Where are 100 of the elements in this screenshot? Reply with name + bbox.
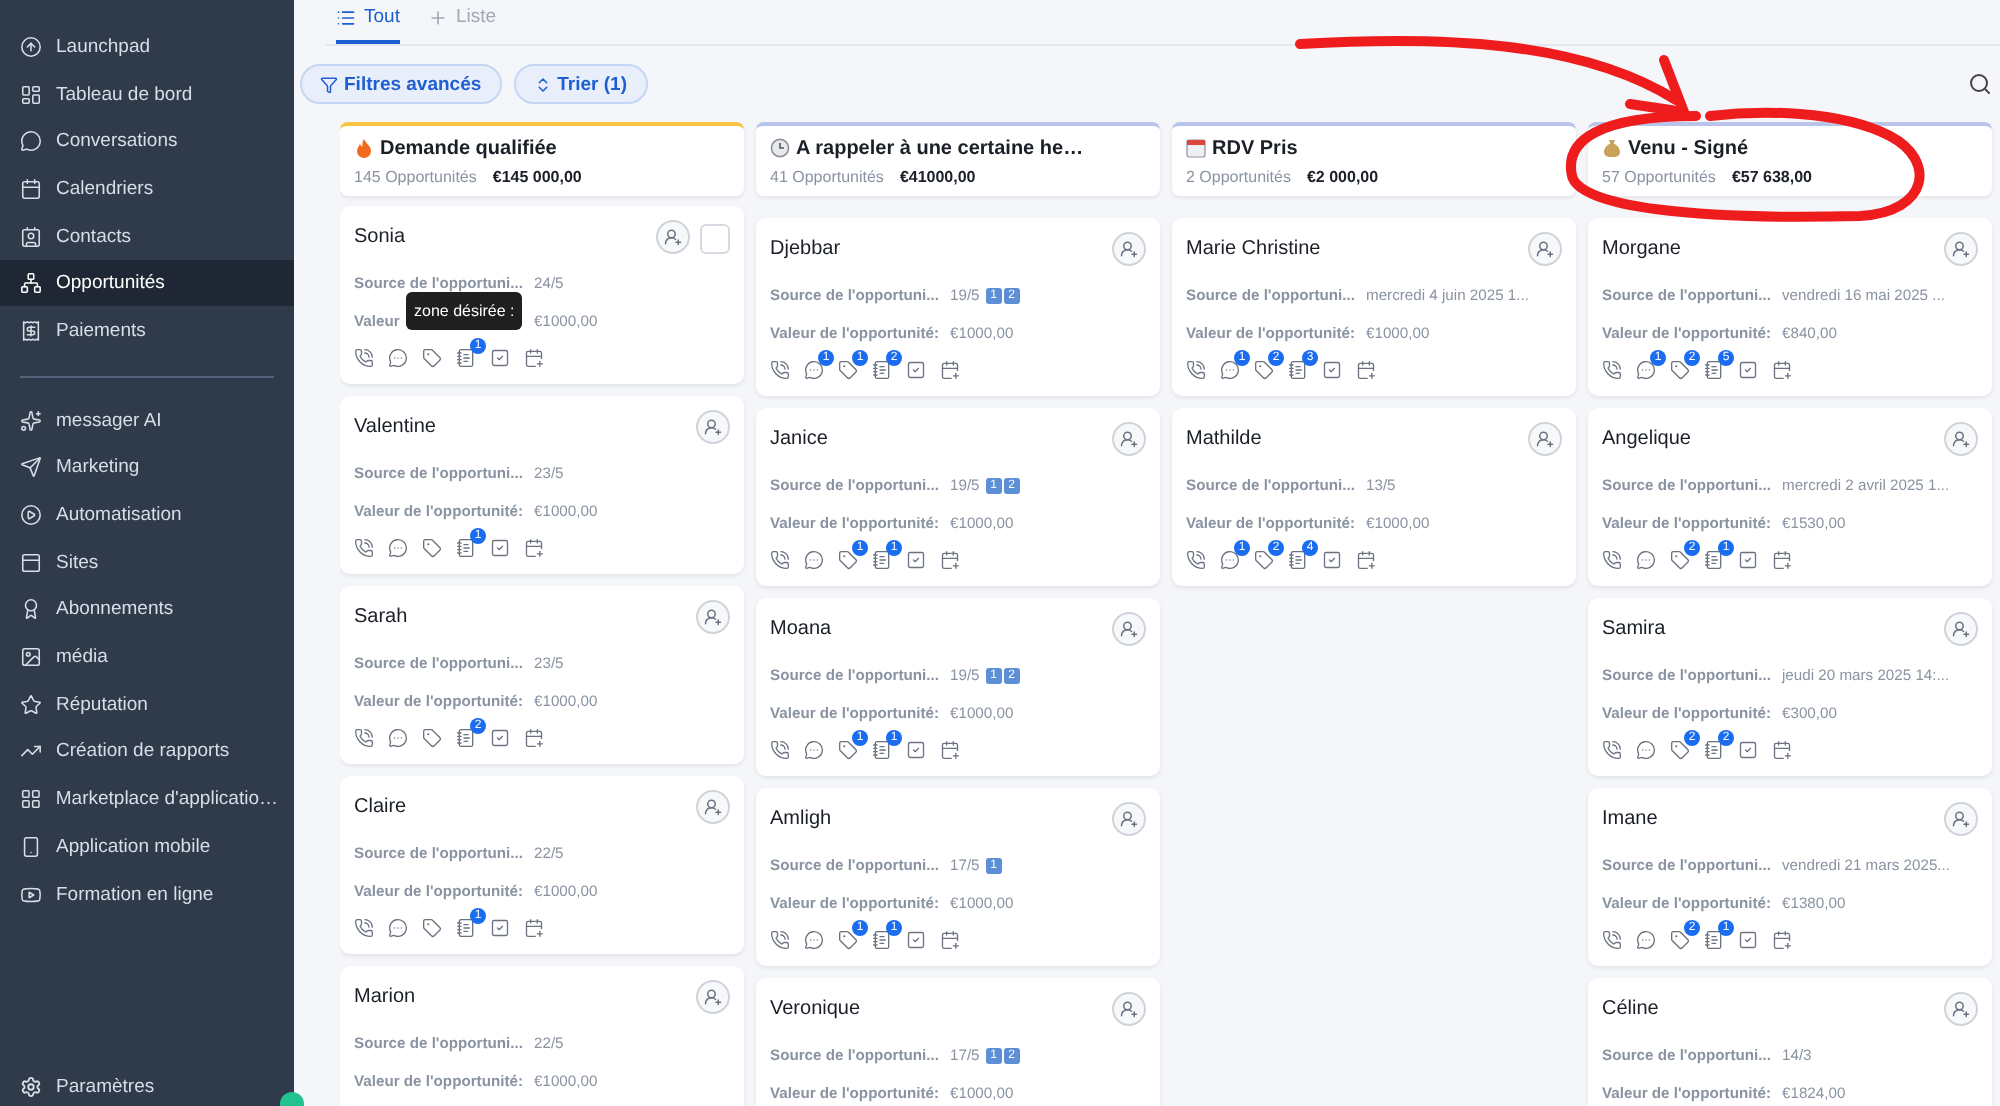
- sidebar-item[interactable]: Contacts: [0, 213, 294, 259]
- assign-user-button[interactable]: [1944, 422, 1978, 456]
- view-tab[interactable]: Tout: [336, 6, 400, 44]
- checkbox-icon[interactable]: [906, 550, 926, 570]
- sidebar-item[interactable]: Paramètres: [0, 1070, 294, 1102]
- assign-user-button[interactable]: [696, 790, 730, 824]
- sort-button[interactable]: Trier (1): [513, 64, 648, 104]
- chat-icon[interactable]: [804, 550, 824, 570]
- checkbox-icon[interactable]: [1738, 360, 1758, 380]
- tag-icon[interactable]: [1670, 360, 1690, 380]
- chat-icon[interactable]: [1220, 550, 1240, 570]
- checkbox-icon[interactable]: [490, 918, 510, 938]
- note-icon[interactable]: [872, 360, 892, 380]
- phone-icon[interactable]: [1602, 550, 1622, 570]
- sidebar-item[interactable]: média: [0, 634, 294, 680]
- assign-user-button[interactable]: [1112, 802, 1146, 836]
- tag-icon[interactable]: [422, 728, 442, 748]
- chat-icon[interactable]: [804, 930, 824, 950]
- phone-icon[interactable]: [1602, 930, 1622, 950]
- sidebar-item[interactable]: Automatisation: [0, 492, 294, 538]
- tag-icon[interactable]: [1670, 550, 1690, 570]
- tag-icon[interactable]: [422, 538, 442, 558]
- assign-user-button[interactable]: [696, 410, 730, 444]
- search-icon[interactable]: [1968, 72, 1992, 96]
- calendar-add-icon[interactable]: [524, 728, 544, 748]
- phone-icon[interactable]: [354, 918, 374, 938]
- calendar-add-icon[interactable]: [1772, 360, 1792, 380]
- calendar-add-icon[interactable]: [524, 918, 544, 938]
- phone-icon[interactable]: [354, 538, 374, 558]
- sidebar-item[interactable]: Sites: [0, 539, 294, 586]
- chat-icon[interactable]: [804, 740, 824, 760]
- select-checkbox[interactable]: [700, 224, 730, 254]
- assign-user-button[interactable]: [1944, 992, 1978, 1026]
- note-icon[interactable]: [456, 728, 476, 748]
- tag-icon[interactable]: [838, 360, 858, 380]
- sidebar-item[interactable]: Formation en ligne: [0, 871, 294, 917]
- assign-user-button[interactable]: [1112, 422, 1146, 456]
- chat-icon[interactable]: [1636, 550, 1656, 570]
- assign-user-button[interactable]: [1528, 232, 1562, 266]
- checkbox-icon[interactable]: [1322, 360, 1342, 380]
- assign-user-button[interactable]: [696, 980, 730, 1014]
- calendar-add-icon[interactable]: [1772, 930, 1792, 950]
- sidebar-item[interactable]: messager AI: [0, 397, 294, 443]
- checkbox-icon[interactable]: [490, 728, 510, 748]
- note-icon[interactable]: [872, 930, 892, 950]
- note-icon[interactable]: [872, 740, 892, 760]
- calendar-add-icon[interactable]: [524, 348, 544, 368]
- sidebar-item[interactable]: Marketplace d'applicatio…: [0, 776, 294, 822]
- chat-icon[interactable]: [388, 918, 408, 938]
- note-icon[interactable]: [1288, 360, 1308, 380]
- chat-icon[interactable]: [804, 360, 824, 380]
- chat-icon[interactable]: [1636, 930, 1656, 950]
- sidebar-item[interactable]: Application mobile: [0, 824, 294, 870]
- assign-user-button[interactable]: [1944, 232, 1978, 266]
- tag-icon[interactable]: [838, 740, 858, 760]
- calendar-add-icon[interactable]: [1356, 550, 1376, 570]
- assign-user-button[interactable]: [1112, 232, 1146, 266]
- chat-icon[interactable]: [388, 538, 408, 558]
- checkbox-icon[interactable]: [906, 930, 926, 950]
- chat-icon[interactable]: [1636, 740, 1656, 760]
- tag-icon[interactable]: [838, 550, 858, 570]
- assign-user-button[interactable]: [1944, 802, 1978, 836]
- note-icon[interactable]: [1704, 360, 1724, 380]
- checkbox-icon[interactable]: [1738, 740, 1758, 760]
- note-icon[interactable]: [456, 918, 476, 938]
- note-icon[interactable]: [456, 348, 476, 368]
- tag-icon[interactable]: [1254, 550, 1274, 570]
- checkbox-icon[interactable]: [490, 348, 510, 368]
- note-icon[interactable]: [1288, 550, 1308, 570]
- checkbox-icon[interactable]: [906, 740, 926, 760]
- note-icon[interactable]: [1704, 550, 1724, 570]
- assign-user-button[interactable]: [1112, 612, 1146, 646]
- sidebar-item[interactable]: Launchpad: [0, 24, 294, 70]
- phone-icon[interactable]: [770, 740, 790, 760]
- assign-user-button[interactable]: [1944, 612, 1978, 646]
- sidebar-item[interactable]: Réputation: [0, 681, 294, 728]
- tag-icon[interactable]: [838, 930, 858, 950]
- sidebar-item[interactable]: Création de rapports: [0, 729, 294, 775]
- tag-icon[interactable]: [1670, 740, 1690, 760]
- sidebar-item[interactable]: Abonnements: [0, 587, 294, 633]
- filter-button[interactable]: Filtres avancés: [300, 64, 502, 104]
- chat-icon[interactable]: [388, 728, 408, 748]
- calendar-add-icon[interactable]: [940, 360, 960, 380]
- assign-user-button[interactable]: [656, 220, 690, 254]
- chat-icon[interactable]: [388, 348, 408, 368]
- note-icon[interactable]: [1704, 930, 1724, 950]
- assign-user-button[interactable]: [696, 600, 730, 634]
- calendar-add-icon[interactable]: [1772, 740, 1792, 760]
- checkbox-icon[interactable]: [1322, 550, 1342, 570]
- phone-icon[interactable]: [1186, 550, 1206, 570]
- sidebar-item[interactable]: Calendriers: [0, 166, 294, 212]
- phone-icon[interactable]: [770, 360, 790, 380]
- phone-icon[interactable]: [770, 930, 790, 950]
- sidebar-item[interactable]: Opportunités: [0, 260, 294, 307]
- calendar-add-icon[interactable]: [940, 740, 960, 760]
- checkbox-icon[interactable]: [1738, 550, 1758, 570]
- sidebar-item[interactable]: Tableau de bord: [0, 71, 294, 117]
- sidebar-item[interactable]: Paiements: [0, 308, 294, 354]
- chat-icon[interactable]: [1220, 360, 1240, 380]
- note-icon[interactable]: [1704, 740, 1724, 760]
